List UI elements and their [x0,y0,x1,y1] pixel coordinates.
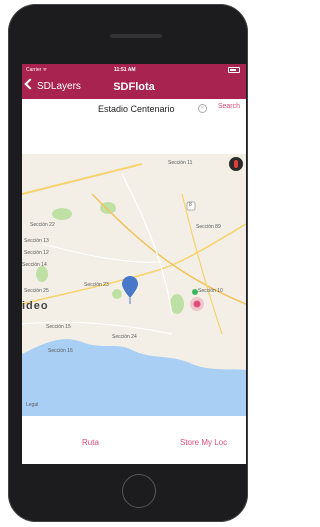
map-label: Sección 12 [24,250,49,256]
phone-frame: Carrier ᯤ 11:51 AM SDLayers SDFlota × Se… [8,4,248,522]
map-label: Sección 14 [22,262,47,268]
speaker-grille [110,34,162,38]
clear-icon[interactable]: × [198,104,207,113]
city-label: ideo [22,300,49,312]
park-area [36,266,48,282]
carrier-label: Carrier ᯤ [26,67,48,73]
navigation-bar: SDLayers SDFlota [22,75,246,99]
map-label: Sección 10 [198,288,223,294]
map-view[interactable]: Sección 11 8 Sección 22 Sección 13 Secci… [22,154,246,416]
map-pin-icon [122,276,138,298]
clock-label: 11:51 AM [114,67,136,73]
road [181,193,223,335]
map-label: Sección 13 [24,238,49,244]
home-button[interactable] [122,474,156,508]
battery-icon [228,67,240,73]
park-area [52,208,72,220]
park-area [112,289,122,299]
map-canvas [22,163,246,416]
status-bar: Carrier ᯤ 11:51 AM [22,64,246,75]
map-label: Sección 24 [112,334,137,340]
bottom-toolbar: Ruta Store My Loc [22,434,246,454]
map-label: Sección 89 [196,224,221,230]
store-my-loc-button[interactable]: Store My Loc [180,438,227,447]
road [41,243,163,263]
map-label: Sección 16 [48,348,73,354]
search-row: × Search [22,102,246,116]
road [22,321,173,335]
user-location-icon [193,300,201,308]
route-number: 8 [189,202,192,208]
map-label: Sección 25 [24,288,49,294]
park-area [170,294,184,314]
search-button[interactable]: Search [218,103,240,110]
app-screen: Carrier ᯤ 11:51 AM SDLayers SDFlota × Se… [22,64,246,464]
map-label: Sección 23 [84,282,109,288]
legal-link[interactable]: Legal [26,402,38,408]
compass-icon[interactable] [229,157,243,171]
page-title: SDFlota [113,81,155,93]
map-label: Sección 15 [46,324,71,330]
map-label: Sección 11 [168,160,193,166]
ruta-button[interactable]: Ruta [82,438,99,447]
map-label: Sección 22 [30,222,55,228]
